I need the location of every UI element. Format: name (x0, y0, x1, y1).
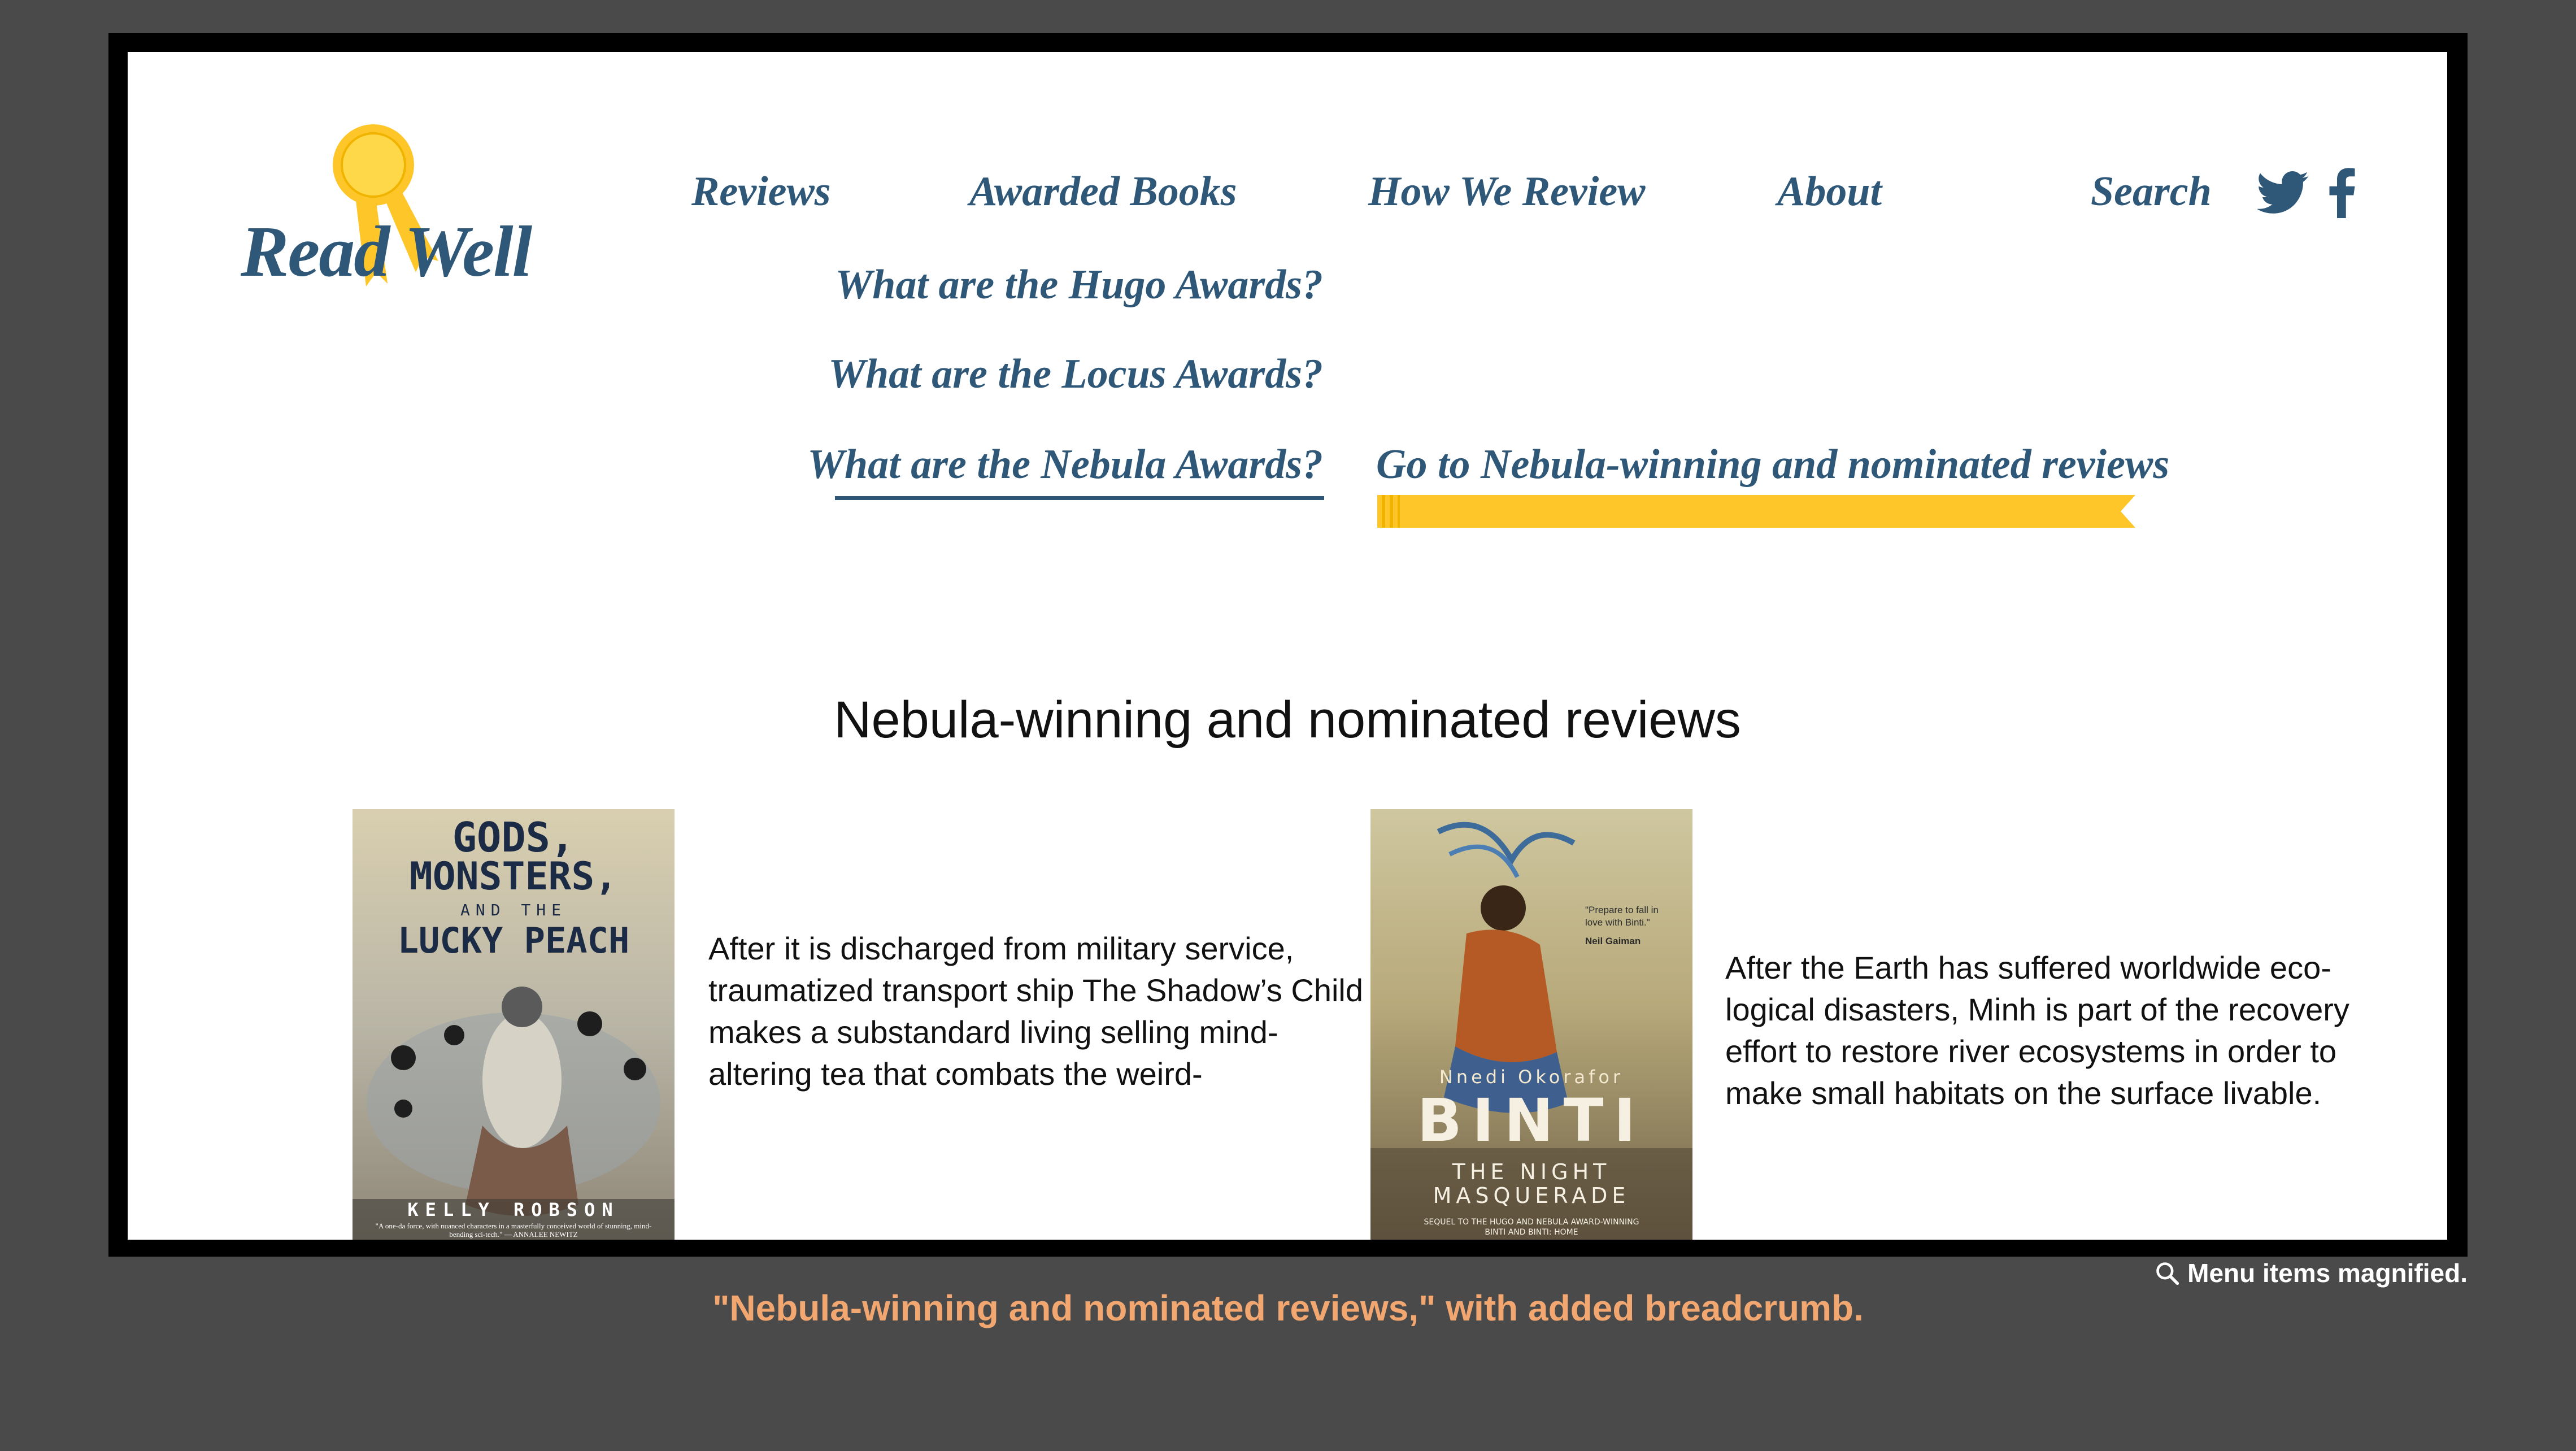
breadcrumb-ribbon-icon (1377, 495, 2135, 528)
cover-author: Nnedi Okorafor (1439, 1066, 1624, 1088)
nav-how-we-review[interactable]: How We Review (1368, 168, 1646, 216)
nav-reviews[interactable]: Reviews (691, 168, 831, 216)
book-cover-binti[interactable]: "Prepare to fall in love with Binti." Ne… (1370, 809, 1692, 1240)
cover-subtitle: MASQUERADE (1433, 1183, 1630, 1208)
cover-subtitle: THE NIGHT (1452, 1159, 1611, 1184)
book-excerpt: After it is discharged from military ser… (708, 931, 1363, 1092)
site-logo[interactable]: Read Well (241, 114, 534, 295)
cover-author: KELLY ROBSON (407, 1199, 620, 1220)
cover-title-line: LUCKY PEACH (397, 920, 630, 961)
magnified-note: Menu items magnified. (2155, 1258, 2468, 1288)
web-page: Read Well Reviews Awarded Books How We R… (128, 52, 2447, 1240)
nav-about[interactable]: About (1777, 168, 1882, 216)
logo-text: Read Well (241, 211, 532, 292)
magnifier-icon (2156, 1262, 2179, 1285)
submenu-nebula-awards[interactable]: What are the Nebula Awards? (807, 441, 1323, 489)
cover-quote: "Prepare to fall in love with Binti." (1585, 905, 1659, 928)
submenu-locus-awards[interactable]: What are the Locus Awards? (828, 350, 1323, 398)
cover-quote-author: Neil Gaiman (1585, 936, 1641, 946)
magnified-note-text: Menu items magnified. (2187, 1258, 2468, 1288)
twitter-icon[interactable] (2257, 171, 2309, 215)
nav-search[interactable]: Search (2091, 168, 2212, 216)
book-excerpt: After the Earth has suffered worldwide e… (1725, 950, 2349, 1111)
cover-title-line: MONSTERS, (409, 854, 618, 899)
facebook-icon[interactable] (2329, 167, 2356, 218)
cover-blurb: "A one-da force, with nuanced characters… (375, 1222, 652, 1239)
breadcrumb-nebula-reviews[interactable]: Go to Nebula-winning and nominated revie… (1376, 441, 2169, 489)
screenshot-frame: Read Well Reviews Awarded Books How We R… (108, 33, 2468, 1257)
nav-awarded-books[interactable]: Awarded Books (969, 168, 1237, 216)
cover-title-line: AND THE (460, 901, 567, 919)
active-submenu-underline (835, 496, 1324, 500)
screenshot-caption: "Nebula-winning and nominated reviews," … (712, 1288, 1864, 1328)
book-cover-gods-monsters[interactable]: GODS, MONSTERS, AND THE LUCKY PEACH KELL… (353, 809, 675, 1240)
cover-footer: SEQUEL TO THE HUGO AND NEBULA AWARD-WINN… (1424, 1218, 1639, 1237)
page-heading: Nebula-winning and nominated reviews (834, 691, 1741, 749)
cover-title: BINTI (1417, 1086, 1646, 1155)
submenu-hugo-awards[interactable]: What are the Hugo Awards? (835, 261, 1323, 309)
